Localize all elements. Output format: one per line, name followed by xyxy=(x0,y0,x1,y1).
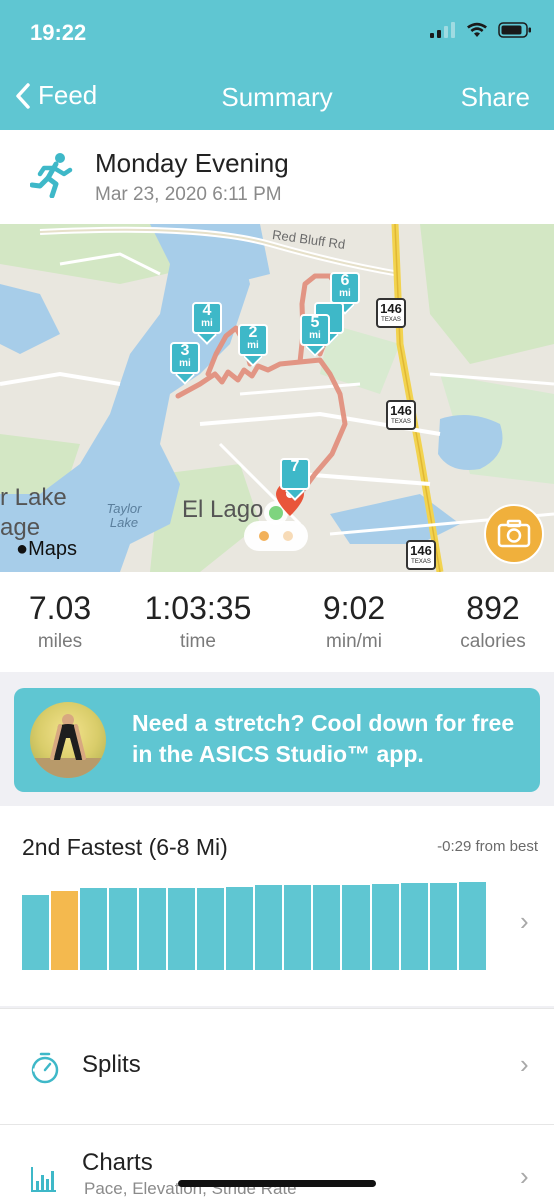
status-time: 19:22 xyxy=(30,20,87,45)
stat-distance: 7.03 miles xyxy=(28,590,92,652)
map-lake-label: Taylor Lake xyxy=(106,501,142,530)
home-indicator xyxy=(178,1180,376,1187)
charts-label: Charts xyxy=(82,1149,153,1176)
cellular-signal-icon xyxy=(430,22,455,38)
splits-row[interactable]: Splits › xyxy=(0,1008,554,1124)
mile-marker-4[interactable]: 4 mi xyxy=(192,302,222,345)
activity-header: Monday Evening Mar 23, 2020 6:11 PM xyxy=(0,130,554,224)
stat-calories: 892 calories xyxy=(460,590,526,652)
stat-duration: 1:03:35 time xyxy=(144,590,252,652)
highway-shield: 146 TEXAS xyxy=(376,298,406,328)
map-lake-partial-label: r Lake xyxy=(0,484,67,511)
add-photo-button[interactable] xyxy=(484,504,544,564)
share-button[interactable]: Share xyxy=(461,82,530,113)
stopwatch-icon xyxy=(31,1052,59,1084)
chevron-right-icon: › xyxy=(520,906,529,936)
map-town-label: El Lago xyxy=(182,496,264,523)
maps-attribution: ●Maps xyxy=(16,538,77,560)
performance-title: 2nd Fastest (6-8 Mi) xyxy=(22,834,228,860)
page-title: Summary xyxy=(221,82,333,112)
promo-text: Need a stretch? Cool down for free in th… xyxy=(132,710,515,767)
stats-panel: 7.03 miles 1:03:35 time 9:02 min/mi 892 … xyxy=(0,572,554,672)
performance-bar xyxy=(255,885,283,970)
performance-bar xyxy=(109,888,137,970)
mile-marker-2[interactable]: 2 mi xyxy=(238,324,268,367)
splits-label: Splits xyxy=(82,1051,141,1078)
charts-row[interactable]: Charts Pace, Elevation, Stride Rate › xyxy=(0,1124,554,1200)
performance-card[interactable]: 2nd Fastest (6-8 Mi) -0:29 from best › xyxy=(0,806,554,1006)
promo-stretch-image xyxy=(30,702,106,778)
performance-bar xyxy=(400,883,428,970)
back-button[interactable]: Feed xyxy=(14,80,97,111)
performance-bar xyxy=(429,883,457,970)
chevron-right-icon: › xyxy=(520,1049,529,1079)
chevron-left-icon xyxy=(16,82,30,109)
mile-marker-5[interactable]: 5 mi xyxy=(300,314,330,357)
camera-icon xyxy=(497,519,531,548)
mile-marker-7[interactable]: 7 xyxy=(280,458,310,501)
battery-icon xyxy=(498,22,531,38)
performance-delta: -0:29 from best xyxy=(437,838,538,855)
performance-bar xyxy=(313,885,341,970)
apple-logo-icon: ● xyxy=(16,538,29,560)
bar-chart-icon xyxy=(31,1167,56,1192)
route-map[interactable]: Red Bluff Rd Taylor Lake r Lake age El L… xyxy=(0,224,554,572)
performance-bar xyxy=(138,888,166,970)
performance-bar xyxy=(342,885,370,970)
stat-pace: 9:02 min/mi xyxy=(322,590,386,652)
mile-marker-3[interactable]: 3 mi xyxy=(170,342,200,385)
map-base xyxy=(0,224,554,572)
app-header: 19:22 Feed Summary Share xyxy=(0,0,554,130)
activity-title: Monday Evening xyxy=(95,148,289,178)
chevron-right-icon: › xyxy=(520,1161,529,1191)
performance-bar xyxy=(284,885,312,970)
highway-shield: 146 TEXAS xyxy=(386,400,416,430)
activity-datetime: Mar 23, 2020 6:11 PM xyxy=(95,184,282,205)
performance-bar xyxy=(371,884,399,970)
asics-studio-promo[interactable]: Need a stretch? Cool down for free in th… xyxy=(14,688,540,792)
performance-bar xyxy=(22,895,50,970)
performance-bar xyxy=(167,888,195,970)
performance-bar xyxy=(196,888,224,970)
performance-bar xyxy=(458,882,486,970)
performance-bars xyxy=(22,876,488,970)
performance-bar xyxy=(80,888,108,970)
performance-bar xyxy=(225,887,253,970)
status-icons xyxy=(430,22,532,38)
back-label: Feed xyxy=(38,80,98,110)
performance-bar-current xyxy=(51,891,79,970)
highway-shield: 146 TEXAS xyxy=(406,540,436,570)
runner-icon xyxy=(30,153,73,198)
wifi-icon xyxy=(467,22,487,37)
